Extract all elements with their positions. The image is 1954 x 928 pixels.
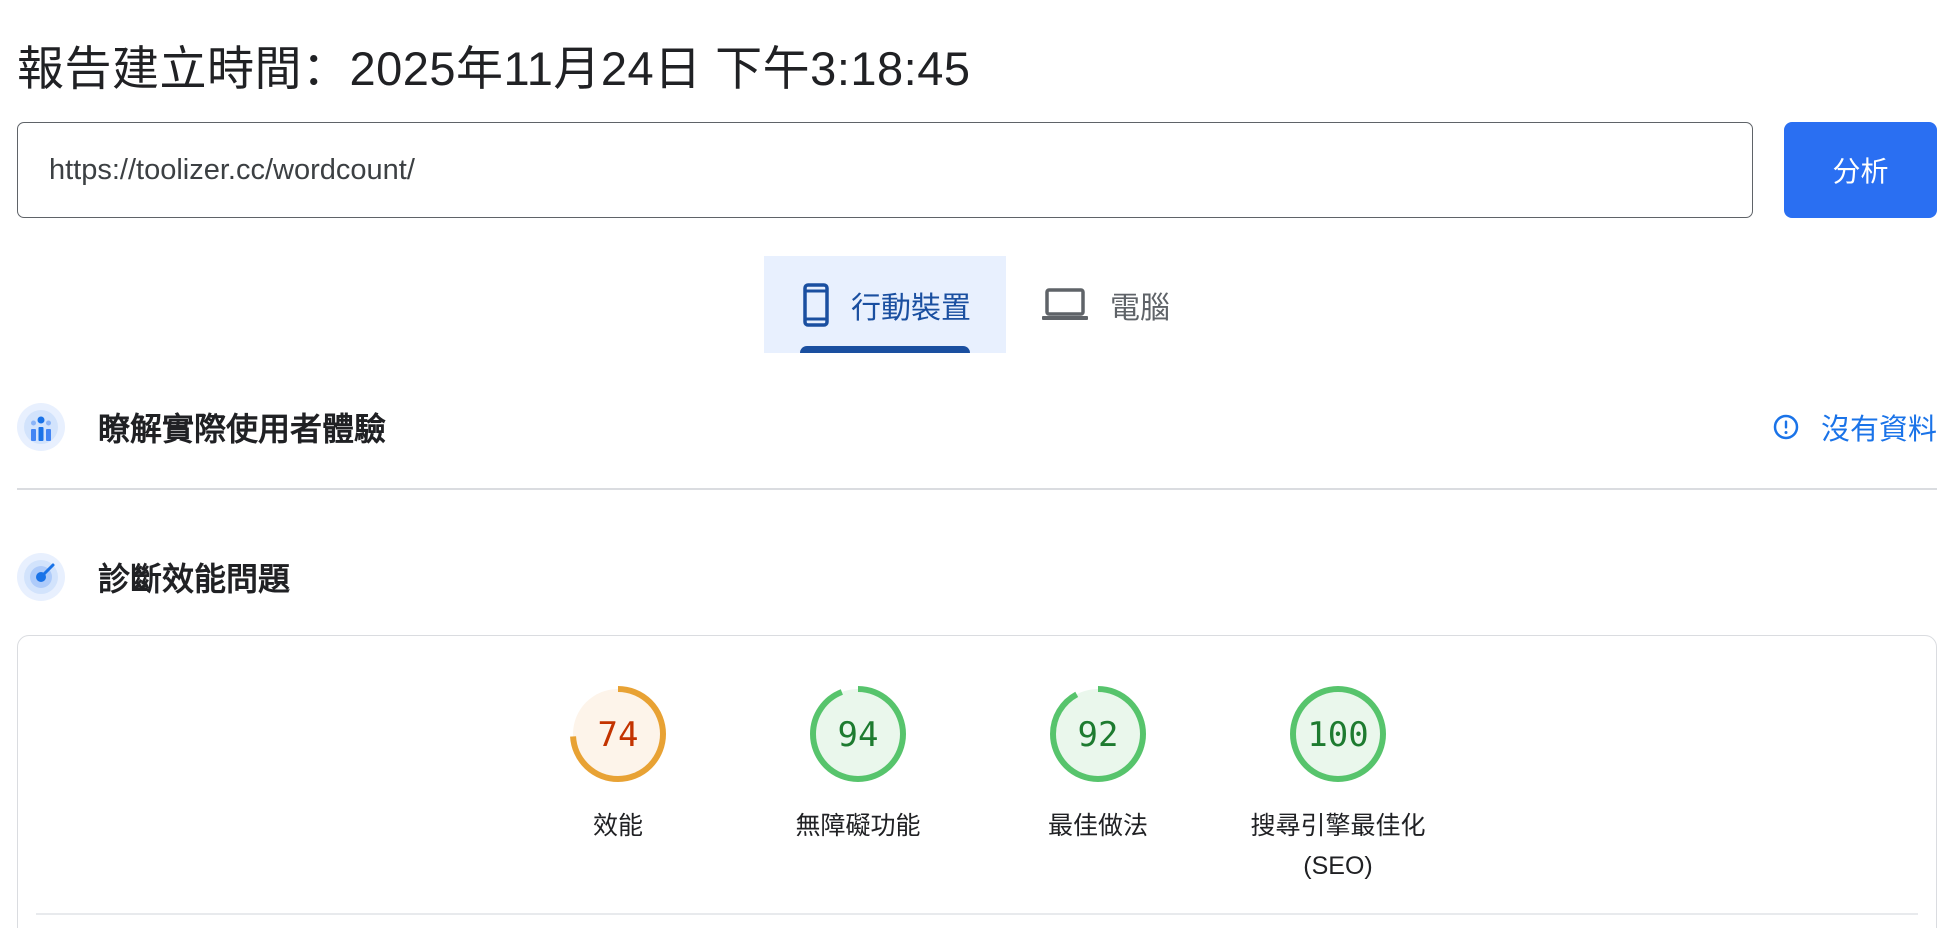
device-tabs: 行動裝置 電腦: [764, 256, 1206, 353]
score-label: 無障礙功能: [795, 812, 921, 840]
scores-card: 74 效能 94 無障礙功能 92 最佳做法 100 搜尋引擎最佳化 (SEO): [17, 635, 1937, 928]
gauge-ring: 74: [570, 686, 666, 782]
score-gauge[interactable]: 94 無障礙功能: [738, 684, 978, 846]
score-label: 最佳做法: [1047, 812, 1148, 840]
score-value: 100: [1307, 715, 1368, 755]
tab-desktop-label: 電腦: [1110, 291, 1170, 325]
lighthouse-icon: [17, 553, 65, 601]
gauge-ring: 100: [1290, 686, 1386, 782]
gauge-ring: 94: [810, 686, 906, 782]
smartphone-icon: [803, 282, 829, 327]
score-value: 94: [838, 715, 879, 755]
users-chart-icon: [17, 403, 65, 451]
laptop-icon: [1042, 287, 1088, 322]
tab-mobile-label: 行動裝置: [851, 291, 971, 325]
no-data-status[interactable]: 沒有資料: [1773, 406, 1937, 448]
score-value: 92: [1078, 715, 1119, 755]
crux-section[interactable]: 瞭解實際使用者體驗 沒有資料: [17, 402, 1937, 452]
section-divider: [17, 488, 1937, 490]
report-title: 報告建立時間：2025年11月24日 下午3:18:45: [17, 42, 971, 95]
gauge-ring: 92: [1050, 686, 1146, 782]
no-data-label: 沒有資料: [1820, 414, 1937, 446]
crux-title: 瞭解實際使用者體驗: [98, 411, 387, 447]
score-value: 74: [598, 715, 639, 755]
score-gauge[interactable]: 100 搜尋引擎最佳化 (SEO): [1218, 684, 1458, 886]
info-icon: [1773, 414, 1799, 440]
score-label: 效能: [592, 812, 643, 840]
diagnose-title: 診斷效能問題: [98, 561, 291, 597]
score-label: 搜尋引擎最佳化 (SEO): [1250, 812, 1426, 880]
analyze-button[interactable]: 分析: [1784, 122, 1937, 218]
card-divider: [36, 913, 1918, 915]
diagnose-section: 診斷效能問題: [17, 552, 1937, 602]
url-input[interactable]: [17, 122, 1753, 218]
tab-desktop[interactable]: 電腦: [1006, 256, 1206, 353]
score-gauge[interactable]: 74 效能: [498, 684, 738, 846]
tab-selected-indicator: [800, 346, 970, 353]
score-gauge[interactable]: 92 最佳做法: [978, 684, 1218, 846]
tab-mobile[interactable]: 行動裝置: [764, 256, 1006, 353]
